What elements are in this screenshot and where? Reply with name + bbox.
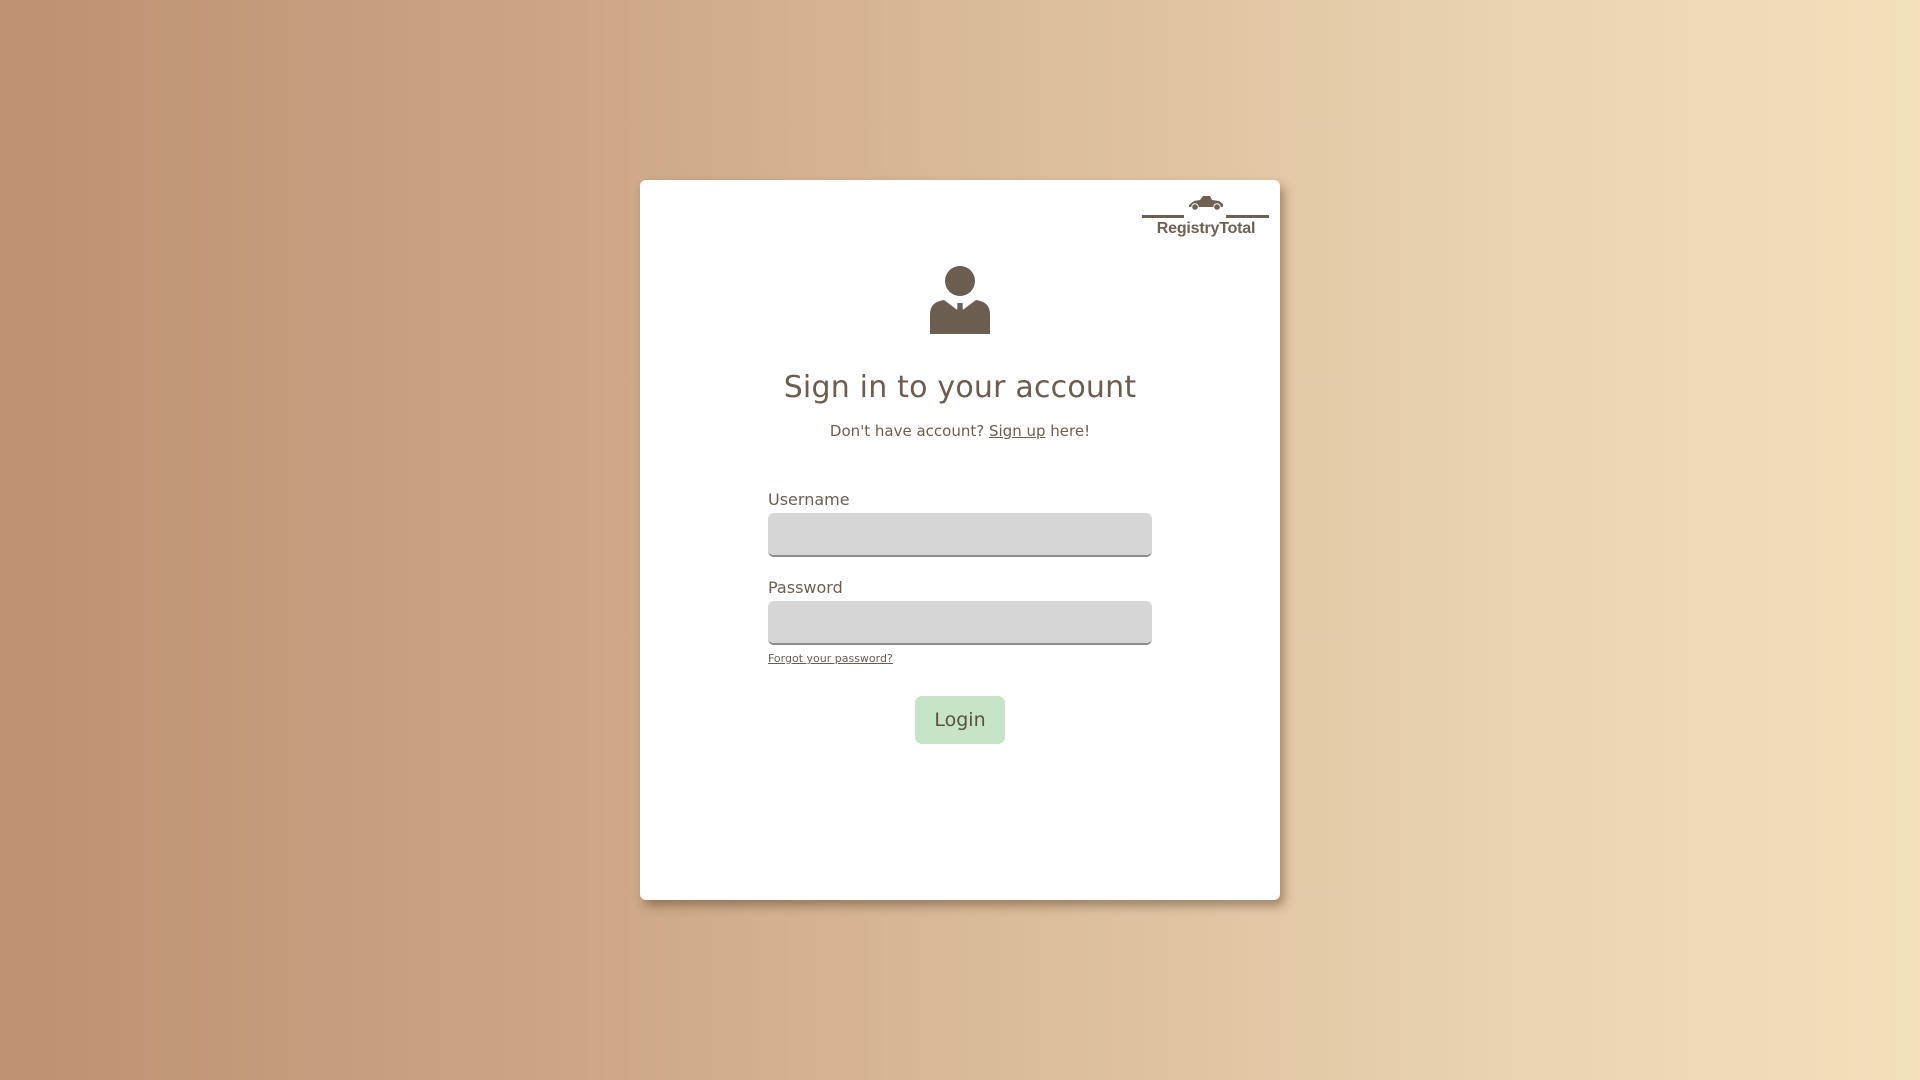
- signup-prompt-suffix: here!: [1050, 422, 1091, 440]
- forgot-password-link[interactable]: Forgot your password?: [768, 652, 893, 665]
- user-suit-icon: [930, 266, 990, 334]
- signup-prompt-text: Don't have account?: [829, 422, 985, 440]
- login-card: RegistryTotal Sign in to your account Do…: [640, 180, 1280, 900]
- brand-logo: RegistryTotal: [1142, 192, 1270, 240]
- password-label: Password: [768, 578, 843, 597]
- car-icon: [1142, 196, 1269, 218]
- signup-link[interactable]: Sign up: [989, 422, 1046, 440]
- page-title: Sign in to your account: [783, 370, 1137, 405]
- username-label: Username: [768, 490, 850, 509]
- login-button[interactable]: Login: [915, 696, 1005, 744]
- signup-prompt: Don't have account? Sign up here!: [640, 422, 1280, 440]
- brand-name: RegistryTotal: [1156, 220, 1256, 237]
- password-input[interactable]: [768, 601, 1152, 645]
- username-input[interactable]: [768, 513, 1152, 557]
